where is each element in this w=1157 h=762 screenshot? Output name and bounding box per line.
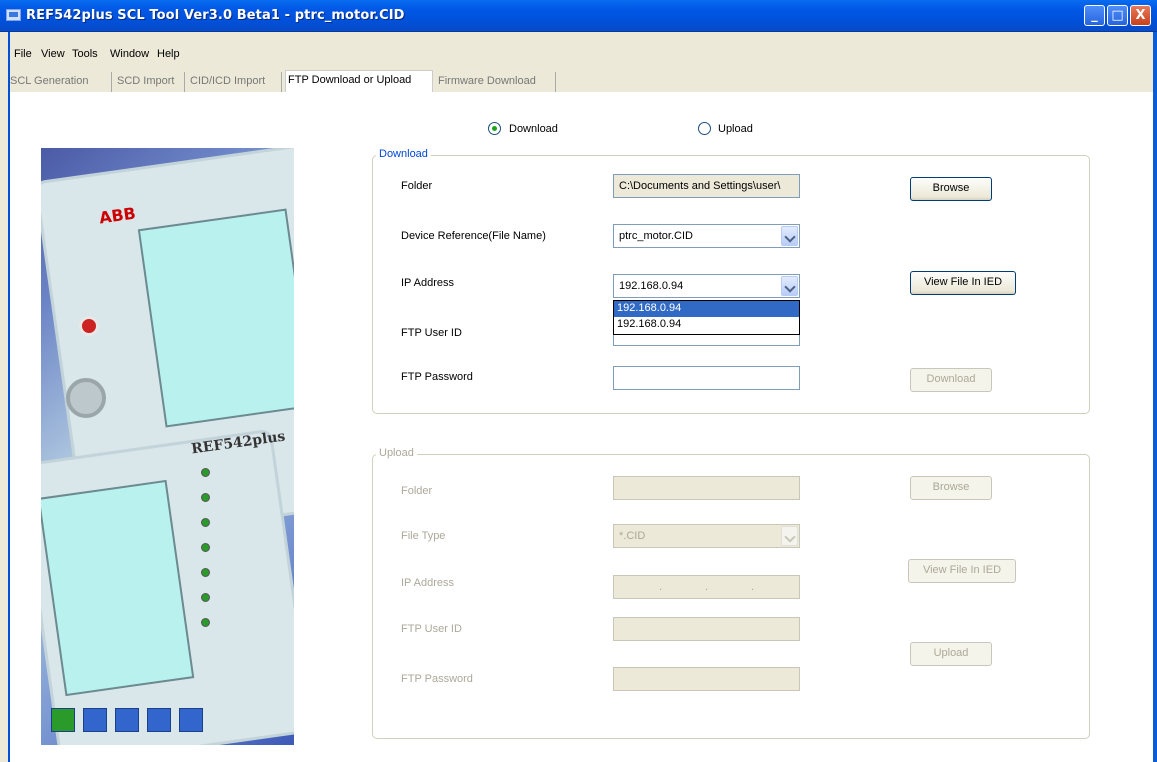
upload-folder-label: Folder — [401, 485, 433, 497]
window-title: REF542plus SCL Tool Ver3.0 Beta1 - ptrc_… — [26, 8, 405, 23]
upload-radio[interactable] — [698, 122, 711, 135]
view-file-in-ied-button[interactable]: View File In IED — [910, 271, 1016, 295]
ip-separator: . — [751, 581, 755, 593]
ip-separator: . — [705, 581, 709, 593]
ip-address-dropdown-list[interactable]: 192.168.0.94 192.168.0.94 — [613, 300, 800, 335]
close-button[interactable]: X — [1130, 5, 1151, 26]
menu-tools[interactable]: Tools — [72, 48, 98, 60]
device-reference-combo[interactable]: ptrc_motor.CID — [613, 224, 800, 248]
ip-address-value: 192.168.0.94 — [619, 280, 684, 292]
window-left-border — [8, 32, 10, 762]
menu-help[interactable]: Help — [157, 48, 180, 60]
upload-ip-address-label: IP Address — [401, 577, 454, 589]
upload-button[interactable]: Upload — [910, 642, 992, 666]
maximize-button[interactable]: □ — [1107, 5, 1128, 26]
device-lcd-screen — [137, 208, 294, 428]
ip-option[interactable]: 192.168.0.94 — [614, 317, 799, 333]
device-keypad — [51, 708, 251, 738]
tab-strip: SCL Generation SCD Import CID/ICD Import… — [8, 68, 1157, 92]
chevron-down-icon[interactable] — [781, 276, 798, 296]
download-folder-label: Folder — [401, 180, 433, 192]
file-type-value: *.CID — [619, 530, 646, 542]
tab-ftp-download-upload[interactable]: FTP Download or Upload — [285, 70, 433, 92]
ip-address-combo[interactable]: 192.168.0.94 — [613, 274, 800, 298]
chevron-down-icon[interactable] — [781, 526, 798, 546]
device-reference-value: ptrc_motor.CID — [619, 230, 693, 242]
download-group-title: Download — [376, 148, 431, 160]
ftp-user-id-label: FTP User ID — [401, 327, 462, 339]
file-type-combo[interactable]: *.CID — [613, 524, 800, 548]
ip-separator: . — [659, 581, 663, 593]
upload-group-title: Upload — [376, 447, 417, 459]
download-browse-button[interactable]: Browse — [910, 177, 992, 201]
download-radio[interactable] — [488, 122, 501, 135]
menu-view[interactable]: View — [41, 48, 65, 60]
download-radio-label: Download — [509, 123, 558, 135]
device-photo: ABB REF542plus — [41, 148, 294, 745]
upload-radio-label: Upload — [718, 123, 753, 135]
tab-cid-icd-import[interactable]: CID/ICD Import — [188, 72, 282, 92]
device-reference-label: Device Reference(File Name) — [401, 230, 546, 242]
menu-window[interactable]: Window — [110, 48, 149, 60]
device-open-button — [79, 316, 99, 336]
ip-address-label: IP Address — [401, 277, 454, 289]
tab-firmware-download[interactable]: Firmware Download — [436, 72, 556, 92]
upload-browse-button[interactable]: Browse — [910, 476, 992, 500]
device-key-switch — [66, 378, 106, 418]
window-right-border — [1153, 32, 1157, 762]
upload-ftp-password-label: FTP Password — [401, 673, 473, 685]
chevron-down-icon[interactable] — [781, 226, 798, 246]
file-type-label: File Type — [401, 530, 446, 542]
device-led-column — [201, 468, 213, 638]
upload-ip-address-field[interactable]: . . . — [613, 575, 800, 599]
minimize-button[interactable]: _ — [1084, 5, 1105, 26]
upload-ftp-user-id-field[interactable] — [613, 617, 800, 641]
tab-scd-import[interactable]: SCD Import — [115, 72, 185, 92]
upload-folder-field[interactable] — [613, 476, 800, 500]
upload-ftp-password-field[interactable] — [613, 667, 800, 691]
ftp-password-field[interactable] — [613, 366, 800, 390]
upload-view-file-in-ied-button[interactable]: View File In IED — [908, 559, 1016, 583]
download-button[interactable]: Download — [910, 368, 992, 392]
tab-scl-generation[interactable]: SCL Generation — [8, 72, 112, 92]
menu-bar: File View Tools Window Help — [8, 32, 1157, 68]
window-titlebar[interactable]: REF542plus SCL Tool Ver3.0 Beta1 - ptrc_… — [0, 0, 1157, 32]
app-icon — [6, 9, 21, 21]
download-folder-field[interactable]: C:\Documents and Settings\user\ — [613, 174, 800, 198]
menu-file[interactable]: File — [14, 48, 32, 60]
ip-option[interactable]: 192.168.0.94 — [614, 301, 799, 317]
ftp-password-label: FTP Password — [401, 371, 473, 383]
upload-ftp-user-id-label: FTP User ID — [401, 623, 462, 635]
